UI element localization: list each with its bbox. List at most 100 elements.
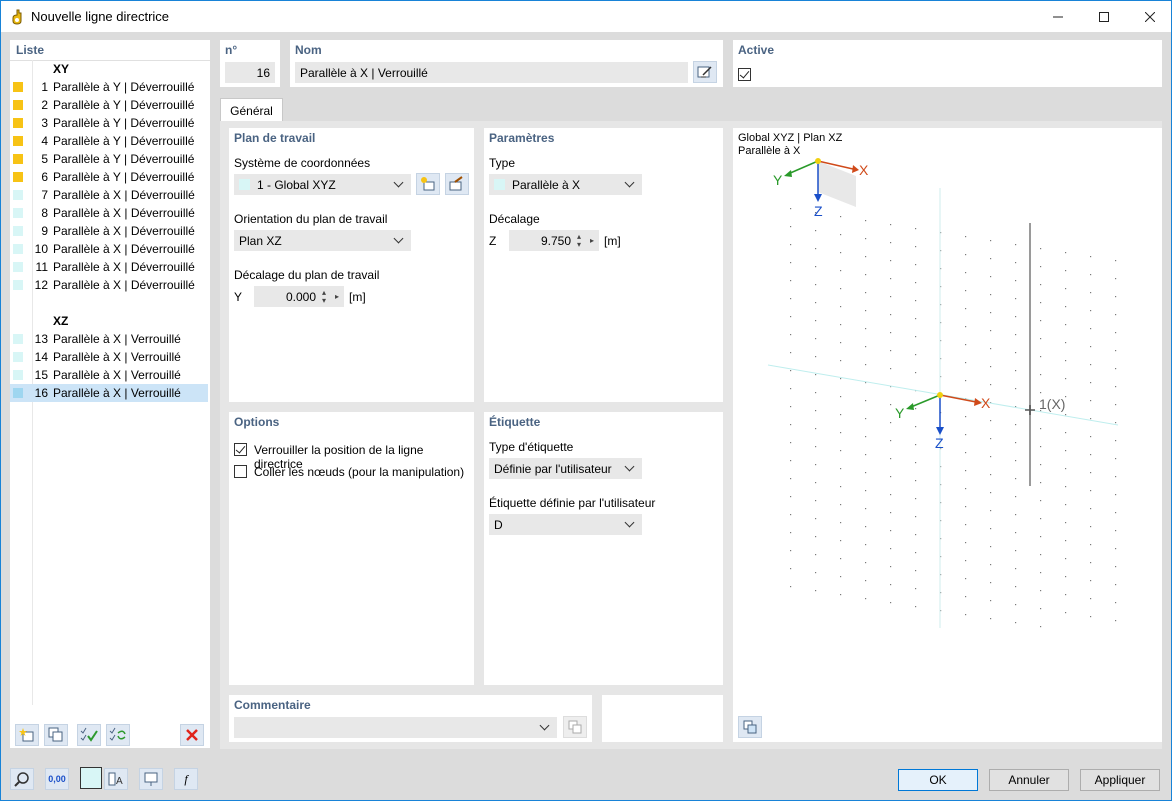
axis-y: Y <box>895 405 905 421</box>
orientation-select[interactable]: Plan XZ <box>234 230 411 251</box>
color-swatch <box>13 172 23 182</box>
list-item[interactable]: 7 Parallèle à X | Déverrouillé <box>10 186 208 204</box>
list-item-name: Parallèle à Y | Déverrouillé <box>53 98 195 112</box>
color-swatch <box>13 280 23 290</box>
grid-dot <box>965 416 967 418</box>
lock-checkbox[interactable] <box>234 443 247 456</box>
offset-input[interactable]: 9.750 <box>509 230 599 251</box>
grid-dot <box>840 540 842 542</box>
grid-dot <box>1015 280 1017 282</box>
new-item-button[interactable] <box>15 724 39 746</box>
comment-select[interactable] <box>234 717 557 738</box>
grid-dot <box>1040 518 1042 520</box>
close-button[interactable] <box>1127 1 1172 33</box>
list-item[interactable]: 4 Parallèle à Y | Déverrouillé <box>10 132 208 150</box>
type-select[interactable]: Parallèle à X <box>489 174 642 195</box>
list-item[interactable]: 1 Parallèle à Y | Déverrouillé <box>10 78 208 96</box>
grid-dot <box>1040 590 1042 592</box>
decimal-places-button[interactable]: 0,00 <box>45 768 69 790</box>
list-item[interactable]: 11 Parallèle à X | Déverrouillé <box>10 258 208 276</box>
list-item-number: 11 <box>35 260 48 274</box>
grid-dot <box>890 422 892 424</box>
list-item[interactable]: 12 Parallèle à X | Déverrouillé <box>10 276 208 294</box>
grid-dot <box>890 278 892 280</box>
tab-general[interactable]: Général <box>220 98 283 122</box>
grid-dot <box>1115 314 1117 316</box>
grid-dot <box>790 316 792 318</box>
label-type-value: Définie par l'utilisateur <box>494 461 612 476</box>
list-item[interactable]: 10 Parallèle à X | Déverrouillé <box>10 240 208 258</box>
ok-button[interactable]: OK <box>898 769 978 791</box>
arrow-right-icon[interactable]: ▸ <box>335 293 339 301</box>
label-type-select[interactable]: Définie par l'utilisateur <box>489 458 642 479</box>
invert-check-button[interactable] <box>106 724 130 746</box>
snap-checkbox[interactable] <box>234 465 247 478</box>
comment-library-button[interactable] <box>563 716 587 738</box>
list-item[interactable]: 5 Parallèle à Y | Déverrouillé <box>10 150 208 168</box>
new-coord-system-button[interactable] <box>416 173 440 195</box>
grid-dot <box>890 440 892 442</box>
view-settings-button[interactable] <box>738 716 762 738</box>
maximize-icon <box>1099 12 1109 22</box>
check-all-button[interactable] <box>77 724 101 746</box>
units-button[interactable]: A <box>104 768 128 790</box>
grid-dot <box>1065 612 1067 614</box>
color-swatch-button[interactable] <box>80 767 102 789</box>
minimize-button[interactable] <box>1035 1 1081 33</box>
list-item-name: Parallèle à X | Déverrouillé <box>53 206 195 220</box>
formula-button[interactable]: f <box>174 768 198 790</box>
grid-dot <box>1015 568 1017 570</box>
name-field[interactable]: Parallèle à X | Verrouillé <box>295 62 688 83</box>
wp-offset-input[interactable]: 0.000 <box>254 286 344 307</box>
edit-coord-system-button[interactable] <box>445 173 469 195</box>
copy-item-button[interactable] <box>44 724 68 746</box>
tab-general-label: Général <box>230 103 273 118</box>
axis-z-small: Z <box>814 203 823 219</box>
grid-dot <box>815 500 817 502</box>
active-checkbox[interactable] <box>738 68 751 81</box>
delete-item-button[interactable] <box>180 724 204 746</box>
help-button[interactable] <box>10 768 34 790</box>
num-field[interactable]: 16 <box>225 62 275 83</box>
list-item-number: 15 <box>34 368 48 382</box>
grid-dot <box>840 288 842 290</box>
grid-dot <box>890 494 892 496</box>
comment-title: Commentaire <box>234 698 311 712</box>
list-item[interactable]: 9 Parallèle à X | Déverrouillé <box>10 222 208 240</box>
user-label-select[interactable]: D <box>489 514 642 535</box>
apply-button[interactable]: Appliquer <box>1080 769 1160 791</box>
display-button[interactable] <box>139 768 163 790</box>
grid-dot <box>790 496 792 498</box>
list-item-number: 14 <box>34 350 48 364</box>
grid-dot <box>965 542 967 544</box>
cancel-button[interactable]: Annuler <box>989 769 1069 791</box>
spin-icon[interactable]: ▴ ▾ <box>322 289 326 305</box>
copy-icon <box>568 720 582 734</box>
grid-dot <box>1015 532 1017 534</box>
grid-dot <box>915 300 917 302</box>
list-item[interactable]: 6 Parallèle à Y | Déverrouillé <box>10 168 208 186</box>
arrow-right-icon[interactable]: ▸ <box>590 237 594 245</box>
spin-icon[interactable]: ▴ ▾ <box>577 233 581 249</box>
list-item[interactable]: 15 Parallèle à X | Verrouillé <box>10 366 208 384</box>
list-item-name: Parallèle à Y | Déverrouillé <box>53 152 195 166</box>
list-item[interactable]: 3 Parallèle à Y | Déverrouillé <box>10 114 208 132</box>
list-item[interactable]: 2 Parallèle à Y | Déverrouillé <box>10 96 208 114</box>
edit-coord-icon <box>449 176 463 191</box>
list-item[interactable]: 8 Parallèle à X | Déverrouillé <box>10 204 208 222</box>
coord-system-select[interactable]: 1 - Global XYZ <box>234 174 411 195</box>
list-item[interactable]: 14 Parallèle à X | Verrouillé <box>10 348 208 366</box>
list-item-name: Parallèle à Y | Déverrouillé <box>53 170 195 184</box>
grid-dot <box>890 476 892 478</box>
delete-icon <box>186 729 198 741</box>
grid-dot <box>840 594 842 596</box>
grid-dot <box>990 276 992 278</box>
grid-dot <box>1015 442 1017 444</box>
list-item[interactable]: 13 Parallèle à X | Verrouillé <box>10 330 208 348</box>
axis-x: X <box>981 395 991 411</box>
list-item[interactable]: 16 Parallèle à X | Verrouillé <box>10 384 208 402</box>
grid-dot <box>1065 468 1067 470</box>
edit-name-button[interactable] <box>693 61 717 83</box>
grid-dot <box>965 596 967 598</box>
maximize-button[interactable] <box>1081 1 1127 33</box>
